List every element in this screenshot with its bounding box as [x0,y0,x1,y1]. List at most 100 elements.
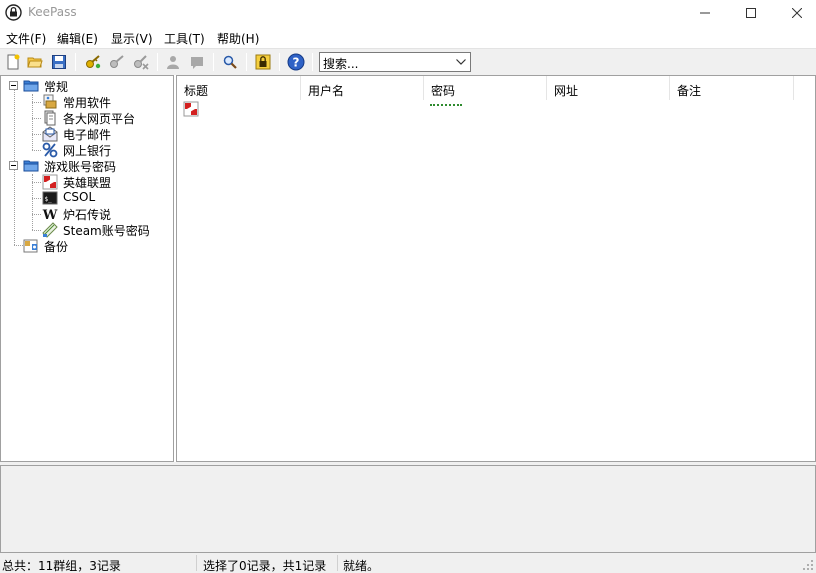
tree-line [32,118,41,119]
toolbar-separator [312,53,313,71]
quick-search-box[interactable]: 搜索... [319,52,471,72]
tree-item-online-banking[interactable]: 网上银行 [63,142,111,159]
password-icon [191,57,203,69]
save-database-button[interactable] [49,52,69,72]
email-icon [42,126,58,142]
title-bar: KeePass [0,0,816,26]
tree-item-common-software[interactable]: 常用软件 [63,94,111,111]
status-selection: 选择了0记录，共1记录 [203,559,327,573]
backup-icon [23,239,38,253]
open-database-button[interactable] [25,52,45,72]
help-icon: ? [287,53,305,71]
collapse-toggle[interactable] [9,81,18,90]
tree-item-web-platforms[interactable]: 各大网页平台 [63,110,135,127]
tree-line [32,214,41,215]
menu-help[interactable]: 帮助(H) [217,30,259,47]
minimize-icon [700,12,710,14]
save-disk-icon [52,55,66,69]
menu-bar: 文件(F) 编辑(E) 显示(V) 工具(T) 帮助(H) [0,26,816,48]
software-icon [43,94,57,109]
percent-icon [42,142,58,158]
tree-item-league-of-legends[interactable]: 英雄联盟 [63,174,111,191]
toolbar-separator [157,53,158,71]
find-button[interactable] [220,52,240,72]
column-header-notes[interactable]: 备注 [670,76,794,100]
status-summary: 总共：11群组，3记录 [2,559,121,573]
delete-entry-button[interactable] [131,52,151,72]
tree-group-game-accounts[interactable]: 游戏账号密码 [44,158,116,175]
resize-grip-icon[interactable] [802,559,814,571]
tree-line [32,134,41,135]
window-title: KeePass [28,5,77,19]
lock-workspace-button[interactable] [253,52,273,72]
entry-list[interactable]: 标题 用户名 密码 网址 备注 [176,75,816,462]
console-icon: $_ [42,191,58,205]
status-divider [196,555,197,571]
maximize-icon [746,8,756,18]
copy-password-button[interactable] [187,52,207,72]
tree-line [32,198,41,199]
open-folder-icon [27,57,43,68]
menu-tools[interactable]: 工具(T) [164,30,205,47]
search-icon [223,55,237,69]
add-entry-button[interactable] [83,52,103,72]
column-header-title[interactable]: 标题 [177,76,301,100]
close-icon [792,8,802,18]
entry-password-masked [430,104,462,106]
maximize-button[interactable] [728,0,774,26]
column-header-password[interactable]: 密码 [424,76,547,100]
tree-item-hearthstone[interactable]: 炉石传说 [63,206,111,223]
svg-text:W: W [42,208,58,222]
tree-line [14,245,23,246]
add-key-icon [86,55,101,69]
menu-edit[interactable]: 编辑(E) [57,30,98,47]
tree-item-csol[interactable]: CSOL [63,190,95,204]
search-input[interactable]: 搜索... [323,55,358,72]
game-icon [183,101,199,117]
menu-file[interactable]: 文件(F) [6,30,46,47]
tree-line [32,230,41,231]
entry-preview-pane [0,465,816,553]
lock-icon [255,54,271,70]
folder-icon [23,80,39,92]
column-header-url[interactable]: 网址 [547,76,670,100]
status-divider [337,555,338,571]
toolbar-separator [246,53,247,71]
edit-key-icon [110,55,124,68]
keepass-lock-icon [5,4,22,21]
group-tree[interactable]: 常规 常用软件 各大网页平台 电子邮件 网上银行 游戏账号密码 英雄联盟 $_ … [0,75,174,462]
user-icon [167,56,179,69]
svg-text:$_: $_ [45,196,53,203]
minimize-button[interactable] [682,0,728,26]
tree-group-general[interactable]: 常规 [44,78,68,95]
status-state: 就绪。 [343,559,380,573]
tree-line [32,150,41,151]
help-button[interactable]: ? [286,52,306,72]
wikipedia-icon: W [42,208,58,222]
note-icon [42,222,58,238]
new-database-button[interactable] [3,52,23,72]
column-header-username[interactable]: 用户名 [301,76,424,100]
tree-line [32,182,41,183]
toolbar: ? 搜索... [0,48,816,75]
toolbar-separator [213,53,214,71]
tree-line [32,102,41,103]
collapse-toggle[interactable] [9,161,18,170]
svg-text:?: ? [293,55,300,69]
tree-group-backup[interactable]: 备份 [44,238,68,255]
close-button[interactable] [774,0,816,26]
new-file-icon [7,54,20,70]
copy-username-button[interactable] [163,52,183,72]
web-pages-icon [44,110,56,126]
tree-item-email[interactable]: 电子邮件 [63,126,111,143]
chevron-down-icon[interactable] [454,56,468,68]
toolbar-separator [75,53,76,71]
toolbar-separator [279,53,280,71]
tree-item-steam[interactable]: Steam账号密码 [63,222,150,239]
folder-icon [23,160,39,172]
status-bar: 总共：11群组，3记录 选择了0记录，共1记录 就绪。 [0,553,816,573]
game-icon [42,174,58,190]
delete-key-icon [134,55,149,70]
edit-entry-button[interactable] [107,52,127,72]
menu-view[interactable]: 显示(V) [111,30,153,47]
